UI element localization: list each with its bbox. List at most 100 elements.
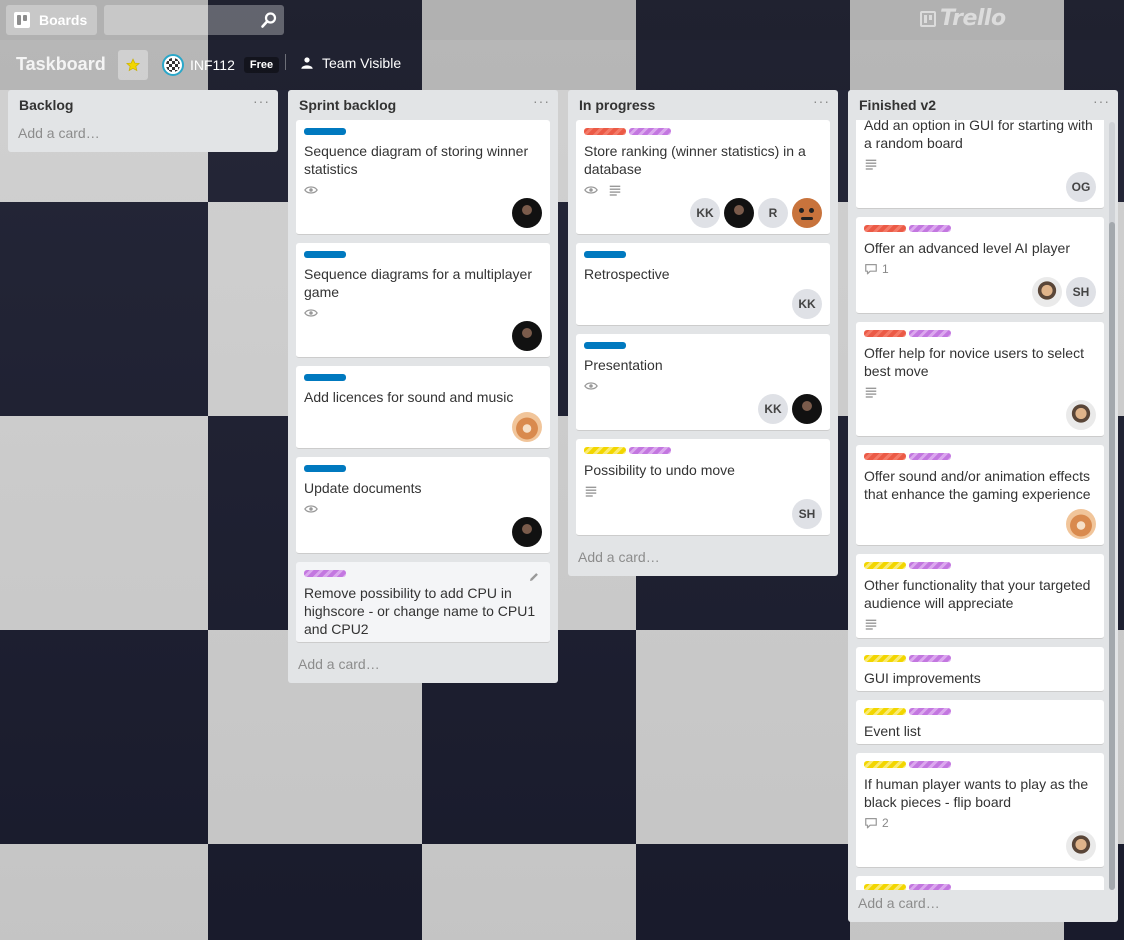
list-finished-v2: Finished v2 ··· Add an option in GUI for s… bbox=[848, 90, 1118, 922]
card[interactable]: Sequence diagrams for a multiplayer game bbox=[296, 243, 550, 358]
card[interactable]: Add an option in GUI for starting with a… bbox=[856, 120, 1104, 209]
member-avatar[interactable] bbox=[792, 198, 822, 228]
card-title: Possibility to undo move bbox=[584, 462, 735, 478]
card-members bbox=[304, 198, 542, 228]
card[interactable]: Retrospective KK bbox=[576, 243, 830, 326]
card-title: Add an option in GUI for starting with a… bbox=[864, 120, 1093, 151]
list-title[interactable]: Backlog bbox=[19, 97, 73, 113]
card-labels bbox=[304, 251, 542, 259]
member-avatar[interactable] bbox=[512, 321, 542, 351]
member-avatar[interactable]: KK bbox=[758, 394, 788, 424]
card[interactable]: Taken pieces panelSH bbox=[856, 876, 1104, 890]
search-input[interactable] bbox=[104, 5, 284, 35]
card-badges: 1 bbox=[864, 259, 1096, 279]
label-blue bbox=[584, 251, 626, 258]
search-icon[interactable] bbox=[260, 11, 278, 29]
label-purple bbox=[629, 128, 671, 135]
member-avatar[interactable] bbox=[512, 517, 542, 547]
member-avatar[interactable] bbox=[512, 198, 542, 228]
list-title[interactable]: Sprint backlog bbox=[299, 97, 396, 113]
card-labels bbox=[864, 708, 1096, 716]
team-button[interactable]: INF112 Free bbox=[162, 54, 280, 76]
list-menu-icon[interactable]: ··· bbox=[253, 94, 270, 108]
label-purple bbox=[304, 570, 346, 577]
list-title[interactable]: In progress bbox=[579, 97, 655, 113]
member-avatar[interactable]: SH bbox=[792, 499, 822, 529]
member-avatar[interactable]: R bbox=[758, 198, 788, 228]
star-button[interactable] bbox=[118, 50, 148, 80]
member-avatar[interactable]: SH bbox=[1066, 277, 1096, 307]
card-members bbox=[864, 509, 1096, 539]
comment-icon bbox=[864, 816, 878, 830]
card-badges bbox=[304, 499, 542, 519]
card[interactable]: Offer help for novice users to select be… bbox=[856, 322, 1104, 437]
plan-badge: Free bbox=[243, 57, 280, 73]
list-title[interactable]: Finished v2 bbox=[859, 97, 936, 113]
card-title: Event list bbox=[864, 723, 921, 739]
card[interactable]: Possibility to undo move SH bbox=[576, 439, 830, 536]
add-card-link[interactable]: Add a card… bbox=[8, 120, 278, 152]
label-yellow bbox=[864, 562, 906, 569]
card[interactable]: Other functionality that your targeted a… bbox=[856, 554, 1104, 639]
card[interactable]: If human player wants to play as the bla… bbox=[856, 753, 1104, 868]
card-labels bbox=[864, 884, 1096, 890]
comments-badge: 1 bbox=[864, 262, 889, 276]
card-members: OG bbox=[864, 172, 1096, 202]
member-avatar[interactable] bbox=[1032, 277, 1062, 307]
list-menu-icon[interactable]: ··· bbox=[1093, 94, 1110, 108]
add-card-link[interactable]: Add a card… bbox=[568, 544, 838, 576]
list-menu-icon[interactable]: ··· bbox=[813, 94, 830, 108]
label-purple bbox=[909, 655, 951, 662]
add-card-link[interactable]: Add a card… bbox=[288, 651, 558, 683]
card[interactable]: Store ranking (winner statistics) in a d… bbox=[576, 120, 830, 235]
card-members: KK R bbox=[584, 198, 822, 228]
card-labels bbox=[864, 761, 1096, 769]
label-yellow bbox=[864, 655, 906, 662]
description-icon bbox=[864, 617, 878, 631]
edit-card-icon[interactable] bbox=[528, 570, 540, 582]
trello-logo[interactable]: Trello bbox=[920, 6, 1006, 31]
member-avatar[interactable] bbox=[1066, 509, 1096, 539]
list-menu-icon[interactable]: ··· bbox=[533, 94, 550, 108]
member-avatar[interactable]: OG bbox=[1066, 172, 1096, 202]
card-members: SH bbox=[584, 499, 822, 529]
add-card-link[interactable]: Add a card… bbox=[848, 890, 1118, 922]
scrollbar-thumb[interactable] bbox=[1109, 222, 1115, 890]
card[interactable]: Event list bbox=[856, 700, 1104, 745]
label-red bbox=[584, 128, 626, 135]
description-icon bbox=[608, 183, 622, 197]
comment-count: 2 bbox=[882, 816, 889, 830]
member-avatar[interactable] bbox=[512, 412, 542, 442]
card-labels bbox=[584, 251, 822, 259]
member-avatar[interactable]: KK bbox=[792, 289, 822, 319]
label-purple bbox=[909, 453, 951, 460]
card[interactable]: Update documents bbox=[296, 457, 550, 554]
card[interactable]: GUI improvements bbox=[856, 647, 1104, 692]
card-title: Sequence diagrams for a multiplayer game bbox=[304, 266, 533, 300]
boards-icon bbox=[14, 12, 30, 28]
card[interactable]: Presentation KK bbox=[576, 334, 830, 431]
boards-button[interactable]: Boards bbox=[6, 5, 97, 35]
visibility-button[interactable]: Team Visible bbox=[300, 55, 401, 71]
card-labels bbox=[864, 655, 1096, 663]
member-avatar[interactable] bbox=[792, 394, 822, 424]
search-box[interactable] bbox=[104, 5, 284, 35]
card[interactable]: Offer sound and/or animation effects tha… bbox=[856, 445, 1104, 546]
card[interactable]: Sequence diagram of storing winner stati… bbox=[296, 120, 550, 235]
card-labels bbox=[584, 447, 822, 455]
member-avatar[interactable]: KK bbox=[690, 198, 720, 228]
member-avatar[interactable] bbox=[724, 198, 754, 228]
card-badges bbox=[864, 614, 1096, 634]
card[interactable]: Offer an advanced level AI player 1 SH bbox=[856, 217, 1104, 314]
card[interactable]: Add licences for sound and music bbox=[296, 366, 550, 449]
card-title: GUI improvements bbox=[864, 670, 981, 686]
card-members: SH bbox=[864, 277, 1096, 307]
member-avatar[interactable] bbox=[1066, 400, 1096, 430]
member-avatar[interactable] bbox=[1066, 831, 1096, 861]
board-title[interactable]: Taskboard bbox=[16, 54, 106, 75]
list-scrollbar[interactable] bbox=[1109, 122, 1115, 890]
card-badges bbox=[304, 180, 542, 200]
card[interactable]: Remove possibility to add CPU in highsco… bbox=[296, 562, 550, 643]
list-header: Backlog ··· bbox=[8, 90, 278, 120]
card-badges: 2 bbox=[864, 813, 1096, 833]
